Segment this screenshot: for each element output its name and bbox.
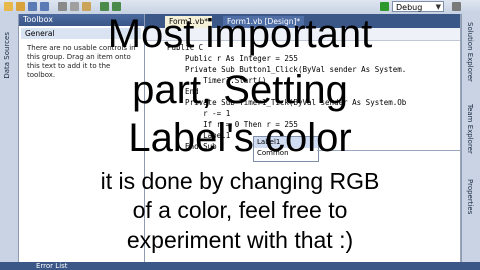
paste-icon[interactable] <box>82 2 91 11</box>
overlay-heading-line: Label's color <box>128 116 352 160</box>
save-all-icon[interactable] <box>40 2 49 11</box>
solution-config-dropdown[interactable]: Debug ▼ <box>392 1 444 12</box>
find-icon[interactable] <box>452 2 461 11</box>
overlay-caption-line: experiment with that :) <box>126 227 354 253</box>
overlay-heading-line: Most important <box>107 12 373 56</box>
new-project-icon[interactable] <box>4 2 13 11</box>
solution-config-value: Debug <box>396 3 423 12</box>
undo-icon[interactable] <box>100 2 109 11</box>
redo-icon[interactable] <box>112 2 121 11</box>
save-icon[interactable] <box>28 2 37 11</box>
overlay-caption-line: it is done by changing RGB <box>100 168 380 194</box>
start-debug-icon[interactable] <box>380 2 389 11</box>
bottom-tab-strip: Error List <box>0 262 480 270</box>
error-list-tab[interactable]: Error List <box>36 262 68 270</box>
copy-icon[interactable] <box>70 2 79 11</box>
open-file-icon[interactable] <box>16 2 25 11</box>
cut-icon[interactable] <box>58 2 67 11</box>
overlay-caption-line: of a color, feel free to <box>132 197 348 223</box>
overlay-heading-line: part, Setting <box>132 68 348 112</box>
